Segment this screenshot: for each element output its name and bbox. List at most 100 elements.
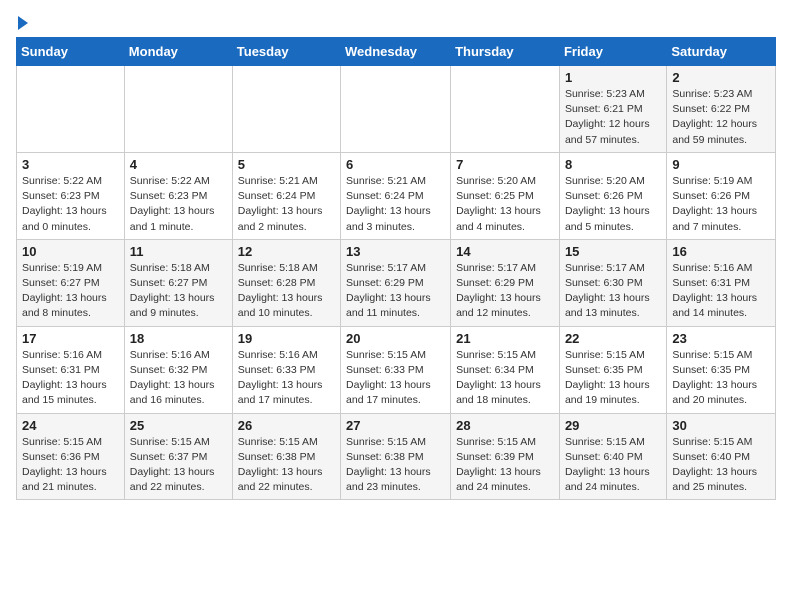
day-number: 28 <box>456 418 554 433</box>
day-cell: 29 Sunrise: 5:15 AM Sunset: 6:40 PM Dayli… <box>559 413 666 500</box>
header <box>16 16 776 29</box>
day-info: Sunrise: 5:17 AM Sunset: 6:29 PM Dayligh… <box>456 261 554 322</box>
day-number: 11 <box>130 244 227 259</box>
day-info: Sunrise: 5:21 AM Sunset: 6:24 PM Dayligh… <box>238 174 335 235</box>
day-number: 23 <box>672 331 770 346</box>
day-number: 10 <box>22 244 119 259</box>
day-info: Sunrise: 5:15 AM Sunset: 6:35 PM Dayligh… <box>672 348 770 409</box>
logo-blue-row <box>16 16 28 29</box>
day-cell <box>124 66 232 153</box>
day-cell: 20Sunrise: 5:15 AM Sunset: 6:33 PM Dayli… <box>341 326 451 413</box>
week-row-3: 17 Sunrise: 5:16 AM Sunset: 6:31 PM Dayli… <box>17 326 776 413</box>
week-row-4: 24 Sunrise: 5:15 AM Sunset: 6:36 PM Dayli… <box>17 413 776 500</box>
day-number: 4 <box>130 157 227 172</box>
day-number: 22 <box>565 331 661 346</box>
day-info: Sunrise: 5:20 AM Sunset: 6:25 PM Dayligh… <box>456 174 554 235</box>
header-day-thursday: Thursday <box>451 38 560 66</box>
day-cell: 10 Sunrise: 5:19 AM Sunset: 6:27 PM Dayli… <box>17 239 125 326</box>
day-cell: 3 Sunrise: 5:22 AM Sunset: 6:23 PM Daylig… <box>17 152 125 239</box>
day-info: Sunrise: 5:15 AM Sunset: 6:35 PM Dayligh… <box>565 348 661 409</box>
page: SundayMondayTuesdayWednesdayThursdayFrid… <box>0 0 792 516</box>
day-info: Sunrise: 5:15 AM Sunset: 6:34 PM Dayligh… <box>456 348 554 409</box>
day-cell: 8 Sunrise: 5:20 AM Sunset: 6:26 PM Daylig… <box>559 152 666 239</box>
day-info: Sunrise: 5:15 AM Sunset: 6:38 PM Dayligh… <box>346 435 445 496</box>
logo-brand <box>16 16 28 29</box>
day-cell: 17 Sunrise: 5:16 AM Sunset: 6:31 PM Dayli… <box>17 326 125 413</box>
day-number: 21 <box>456 331 554 346</box>
day-info: Sunrise: 5:15 AM Sunset: 6:40 PM Dayligh… <box>565 435 661 496</box>
day-info: Sunrise: 5:15 AM Sunset: 6:40 PM Dayligh… <box>672 435 770 496</box>
day-number: 15 <box>565 244 661 259</box>
day-number: 13 <box>346 244 445 259</box>
day-cell <box>341 66 451 153</box>
day-info: Sunrise: 5:17 AM Sunset: 6:29 PM Dayligh… <box>346 261 445 322</box>
day-info: Sunrise: 5:15 AM Sunset: 6:37 PM Dayligh… <box>130 435 227 496</box>
day-cell: 9Sunrise: 5:19 AM Sunset: 6:26 PM Daylig… <box>667 152 776 239</box>
header-day-saturday: Saturday <box>667 38 776 66</box>
day-info: Sunrise: 5:21 AM Sunset: 6:24 PM Dayligh… <box>346 174 445 235</box>
day-number: 7 <box>456 157 554 172</box>
day-cell: 25Sunrise: 5:15 AM Sunset: 6:37 PM Dayli… <box>124 413 232 500</box>
day-cell: 23 Sunrise: 5:15 AM Sunset: 6:35 PM Dayli… <box>667 326 776 413</box>
day-info: Sunrise: 5:20 AM Sunset: 6:26 PM Dayligh… <box>565 174 661 235</box>
day-cell: 28Sunrise: 5:15 AM Sunset: 6:39 PM Dayli… <box>451 413 560 500</box>
calendar-table: SundayMondayTuesdayWednesdayThursdayFrid… <box>16 37 776 500</box>
day-info: Sunrise: 5:19 AM Sunset: 6:26 PM Dayligh… <box>672 174 770 235</box>
day-info: Sunrise: 5:15 AM Sunset: 6:33 PM Dayligh… <box>346 348 445 409</box>
day-number: 2 <box>672 70 770 85</box>
day-cell: 15 Sunrise: 5:17 AM Sunset: 6:30 PM Dayli… <box>559 239 666 326</box>
day-cell: 1Sunrise: 5:23 AM Sunset: 6:21 PM Daylig… <box>559 66 666 153</box>
day-info: Sunrise: 5:18 AM Sunset: 6:28 PM Dayligh… <box>238 261 335 322</box>
day-number: 18 <box>130 331 227 346</box>
day-number: 3 <box>22 157 119 172</box>
day-cell: 4 Sunrise: 5:22 AM Sunset: 6:23 PM Daylig… <box>124 152 232 239</box>
day-cell <box>451 66 560 153</box>
header-day-sunday: Sunday <box>17 38 125 66</box>
day-cell: 19Sunrise: 5:16 AM Sunset: 6:33 PM Dayli… <box>232 326 340 413</box>
day-cell <box>232 66 340 153</box>
day-number: 24 <box>22 418 119 433</box>
day-number: 1 <box>565 70 661 85</box>
day-number: 17 <box>22 331 119 346</box>
day-number: 27 <box>346 418 445 433</box>
day-number: 26 <box>238 418 335 433</box>
day-cell: 27 Sunrise: 5:15 AM Sunset: 6:38 PM Dayli… <box>341 413 451 500</box>
day-cell: 22 Sunrise: 5:15 AM Sunset: 6:35 PM Dayli… <box>559 326 666 413</box>
header-row: SundayMondayTuesdayWednesdayThursdayFrid… <box>17 38 776 66</box>
day-cell: 16 Sunrise: 5:16 AM Sunset: 6:31 PM Dayli… <box>667 239 776 326</box>
day-number: 5 <box>238 157 335 172</box>
day-cell: 12Sunrise: 5:18 AM Sunset: 6:28 PM Dayli… <box>232 239 340 326</box>
day-cell: 24 Sunrise: 5:15 AM Sunset: 6:36 PM Dayli… <box>17 413 125 500</box>
day-number: 8 <box>565 157 661 172</box>
day-cell: 11 Sunrise: 5:18 AM Sunset: 6:27 PM Dayli… <box>124 239 232 326</box>
logo <box>16 16 28 29</box>
day-cell <box>17 66 125 153</box>
day-cell: 30 Sunrise: 5:15 AM Sunset: 6:40 PM Dayli… <box>667 413 776 500</box>
day-info: Sunrise: 5:22 AM Sunset: 6:23 PM Dayligh… <box>130 174 227 235</box>
calendar-header: SundayMondayTuesdayWednesdayThursdayFrid… <box>17 38 776 66</box>
day-number: 30 <box>672 418 770 433</box>
day-cell: 14 Sunrise: 5:17 AM Sunset: 6:29 PM Dayli… <box>451 239 560 326</box>
day-cell: 18Sunrise: 5:16 AM Sunset: 6:32 PM Dayli… <box>124 326 232 413</box>
day-number: 16 <box>672 244 770 259</box>
logo-chevron-icon <box>18 16 28 30</box>
day-cell: 26 Sunrise: 5:15 AM Sunset: 6:38 PM Dayli… <box>232 413 340 500</box>
day-info: Sunrise: 5:18 AM Sunset: 6:27 PM Dayligh… <box>130 261 227 322</box>
day-number: 29 <box>565 418 661 433</box>
week-row-2: 10 Sunrise: 5:19 AM Sunset: 6:27 PM Dayli… <box>17 239 776 326</box>
day-cell: 5 Sunrise: 5:21 AM Sunset: 6:24 PM Daylig… <box>232 152 340 239</box>
day-number: 19 <box>238 331 335 346</box>
header-day-friday: Friday <box>559 38 666 66</box>
header-day-tuesday: Tuesday <box>232 38 340 66</box>
day-info: Sunrise: 5:17 AM Sunset: 6:30 PM Dayligh… <box>565 261 661 322</box>
day-info: Sunrise: 5:16 AM Sunset: 6:31 PM Dayligh… <box>22 348 119 409</box>
day-info: Sunrise: 5:19 AM Sunset: 6:27 PM Dayligh… <box>22 261 119 322</box>
day-info: Sunrise: 5:15 AM Sunset: 6:38 PM Dayligh… <box>238 435 335 496</box>
day-info: Sunrise: 5:16 AM Sunset: 6:31 PM Dayligh… <box>672 261 770 322</box>
day-cell: 7 Sunrise: 5:20 AM Sunset: 6:25 PM Daylig… <box>451 152 560 239</box>
day-info: Sunrise: 5:15 AM Sunset: 6:36 PM Dayligh… <box>22 435 119 496</box>
day-number: 14 <box>456 244 554 259</box>
day-info: Sunrise: 5:22 AM Sunset: 6:23 PM Dayligh… <box>22 174 119 235</box>
header-day-monday: Monday <box>124 38 232 66</box>
day-cell: 13 Sunrise: 5:17 AM Sunset: 6:29 PM Dayli… <box>341 239 451 326</box>
